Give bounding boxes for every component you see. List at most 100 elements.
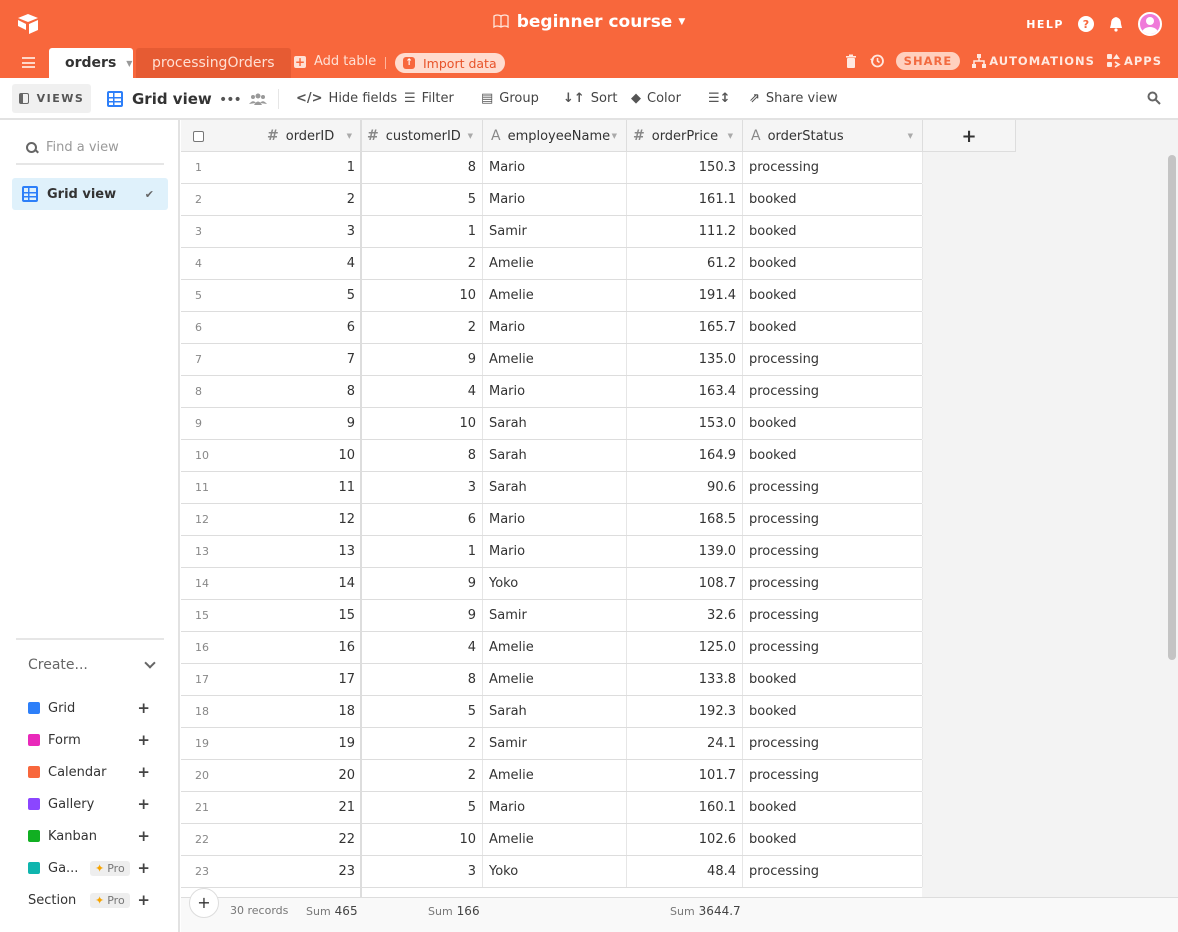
- table-row[interactable]: 21 21 5 Mario 160.1 booked: [181, 792, 923, 824]
- header-cell-customerid[interactable]: # customerID ▼: [361, 120, 483, 152]
- create-gallery-view[interactable]: Gallery +: [28, 794, 154, 814]
- add-record-button[interactable]: +: [189, 888, 219, 918]
- share-view-button[interactable]: ⇗ Share view: [749, 91, 838, 106]
- chevron-down-icon[interactable]: ▼: [468, 132, 473, 140]
- cell-orderid[interactable]: 20: [241, 760, 361, 791]
- cell-orderid[interactable]: 22: [241, 824, 361, 855]
- cell-employeename[interactable]: Amelie: [483, 248, 627, 279]
- cell-customerid[interactable]: 9: [361, 344, 483, 375]
- import-data-button[interactable]: ↑ Import data: [395, 53, 505, 73]
- cell-orderprice[interactable]: 139.0: [627, 536, 743, 567]
- cell-orderprice[interactable]: 150.3: [627, 152, 743, 183]
- cell-customerid[interactable]: 9: [361, 568, 483, 599]
- cell-customerid[interactable]: 8: [361, 152, 483, 183]
- cell-orderprice[interactable]: 32.6: [627, 600, 743, 631]
- cell-orderprice[interactable]: 125.0: [627, 632, 743, 663]
- table-tab-processingorders[interactable]: processingOrders: [136, 48, 291, 78]
- cell-orderstatus[interactable]: processing: [743, 600, 923, 631]
- cell-orderstatus[interactable]: booked: [743, 216, 923, 247]
- cell-customerid[interactable]: 10: [361, 824, 483, 855]
- chevron-down-icon[interactable]: ▼: [347, 132, 352, 140]
- sidebar-view-grid-view[interactable]: Grid view ✔: [12, 178, 168, 210]
- cell-orderstatus[interactable]: booked: [743, 184, 923, 215]
- avatar[interactable]: [1138, 12, 1162, 36]
- orderprice-sum[interactable]: Sum 3644.7: [670, 904, 741, 918]
- table-row[interactable]: 17 17 8 Amelie 133.8 booked: [181, 664, 923, 696]
- cell-orderstatus[interactable]: processing: [743, 344, 923, 375]
- chevron-down-icon[interactable]: ▼: [728, 132, 733, 140]
- color-button[interactable]: ◆ Color: [631, 91, 681, 106]
- cell-orderstatus[interactable]: processing: [743, 536, 923, 567]
- cell-employeename[interactable]: Sarah: [483, 696, 627, 727]
- plus-icon[interactable]: +: [137, 763, 150, 781]
- table-row[interactable]: 20 20 2 Amelie 101.7 processing: [181, 760, 923, 792]
- cell-customerid[interactable]: 10: [361, 408, 483, 439]
- table-row[interactable]: 7 7 9 Amelie 135.0 processing: [181, 344, 923, 376]
- cell-orderid[interactable]: 7: [241, 344, 361, 375]
- cell-customerid[interactable]: 4: [361, 632, 483, 663]
- vertical-scrollbar[interactable]: [1168, 155, 1176, 660]
- cell-employeename[interactable]: Amelie: [483, 824, 627, 855]
- cell-customerid[interactable]: 3: [361, 856, 483, 887]
- current-view-name[interactable]: Grid view: [107, 90, 212, 108]
- cell-employeename[interactable]: Mario: [483, 536, 627, 567]
- cell-orderprice[interactable]: 102.6: [627, 824, 743, 855]
- header-cell-orderprice[interactable]: # orderPrice ▼: [627, 120, 743, 152]
- cell-orderstatus[interactable]: booked: [743, 312, 923, 343]
- cell-orderprice[interactable]: 24.1: [627, 728, 743, 759]
- plus-icon[interactable]: +: [137, 795, 150, 813]
- table-row[interactable]: 19 19 2 Samir 24.1 processing: [181, 728, 923, 760]
- find-view-field[interactable]: [16, 132, 164, 165]
- table-row[interactable]: 2 2 5 Mario 161.1 booked: [181, 184, 923, 216]
- cell-employeename[interactable]: Mario: [483, 792, 627, 823]
- header-cell-orderid[interactable]: # orderID ▼: [181, 120, 361, 152]
- hamburger-menu-icon[interactable]: [22, 57, 35, 68]
- search-icon[interactable]: [1147, 91, 1161, 105]
- cell-orderid[interactable]: 12: [241, 504, 361, 535]
- cell-employeename[interactable]: Sarah: [483, 440, 627, 471]
- cell-orderstatus[interactable]: processing: [743, 760, 923, 791]
- cell-customerid[interactable]: 2: [361, 248, 483, 279]
- cell-orderprice[interactable]: 48.4: [627, 856, 743, 887]
- cell-orderprice[interactable]: 133.8: [627, 664, 743, 695]
- table-row[interactable]: 5 5 10 Amelie 191.4 booked: [181, 280, 923, 312]
- cell-orderid[interactable]: 19: [241, 728, 361, 759]
- cell-customerid[interactable]: 5: [361, 184, 483, 215]
- cell-customerid[interactable]: 2: [361, 760, 483, 791]
- find-view-input[interactable]: [46, 140, 156, 155]
- header-cell-employeename[interactable]: A employeeName ▼: [483, 120, 627, 152]
- cell-employeename[interactable]: Mario: [483, 376, 627, 407]
- cell-orderstatus[interactable]: processing: [743, 472, 923, 503]
- group-button[interactable]: ▤ Group: [481, 91, 539, 106]
- cell-employeename[interactable]: Mario: [483, 504, 627, 535]
- collaborators-icon[interactable]: [249, 92, 267, 106]
- cell-customerid[interactable]: 4: [361, 376, 483, 407]
- bell-icon[interactable]: [1108, 16, 1124, 32]
- cell-orderid[interactable]: 23: [241, 856, 361, 887]
- cell-orderstatus[interactable]: processing: [743, 568, 923, 599]
- cell-orderid[interactable]: 1: [241, 152, 361, 183]
- cell-orderstatus[interactable]: booked: [743, 440, 923, 471]
- cell-orderid[interactable]: 10: [241, 440, 361, 471]
- cell-orderid[interactable]: 18: [241, 696, 361, 727]
- cell-orderstatus[interactable]: processing: [743, 504, 923, 535]
- cell-orderstatus[interactable]: booked: [743, 696, 923, 727]
- cell-employeename[interactable]: Samir: [483, 728, 627, 759]
- table-row[interactable]: 12 12 6 Mario 168.5 processing: [181, 504, 923, 536]
- cell-orderprice[interactable]: 164.9: [627, 440, 743, 471]
- hide-fields-button[interactable]: </> Hide fields: [296, 91, 397, 106]
- add-table-button[interactable]: + Add table: [294, 54, 376, 69]
- more-options-icon[interactable]: •••: [219, 92, 242, 108]
- cell-orderstatus[interactable]: booked: [743, 824, 923, 855]
- cell-orderid[interactable]: 9: [241, 408, 361, 439]
- create-section[interactable]: Section ✦ Pro +: [28, 890, 154, 910]
- chevron-down-icon[interactable]: ▼: [612, 132, 617, 140]
- plus-icon[interactable]: +: [137, 731, 150, 749]
- cell-orderid[interactable]: 8: [241, 376, 361, 407]
- apps-button[interactable]: APPS: [1106, 54, 1162, 68]
- cell-orderprice[interactable]: 168.5: [627, 504, 743, 535]
- cell-orderid[interactable]: 6: [241, 312, 361, 343]
- cell-employeename[interactable]: Amelie: [483, 632, 627, 663]
- cell-orderstatus[interactable]: booked: [743, 792, 923, 823]
- table-row[interactable]: 11 11 3 Sarah 90.6 processing: [181, 472, 923, 504]
